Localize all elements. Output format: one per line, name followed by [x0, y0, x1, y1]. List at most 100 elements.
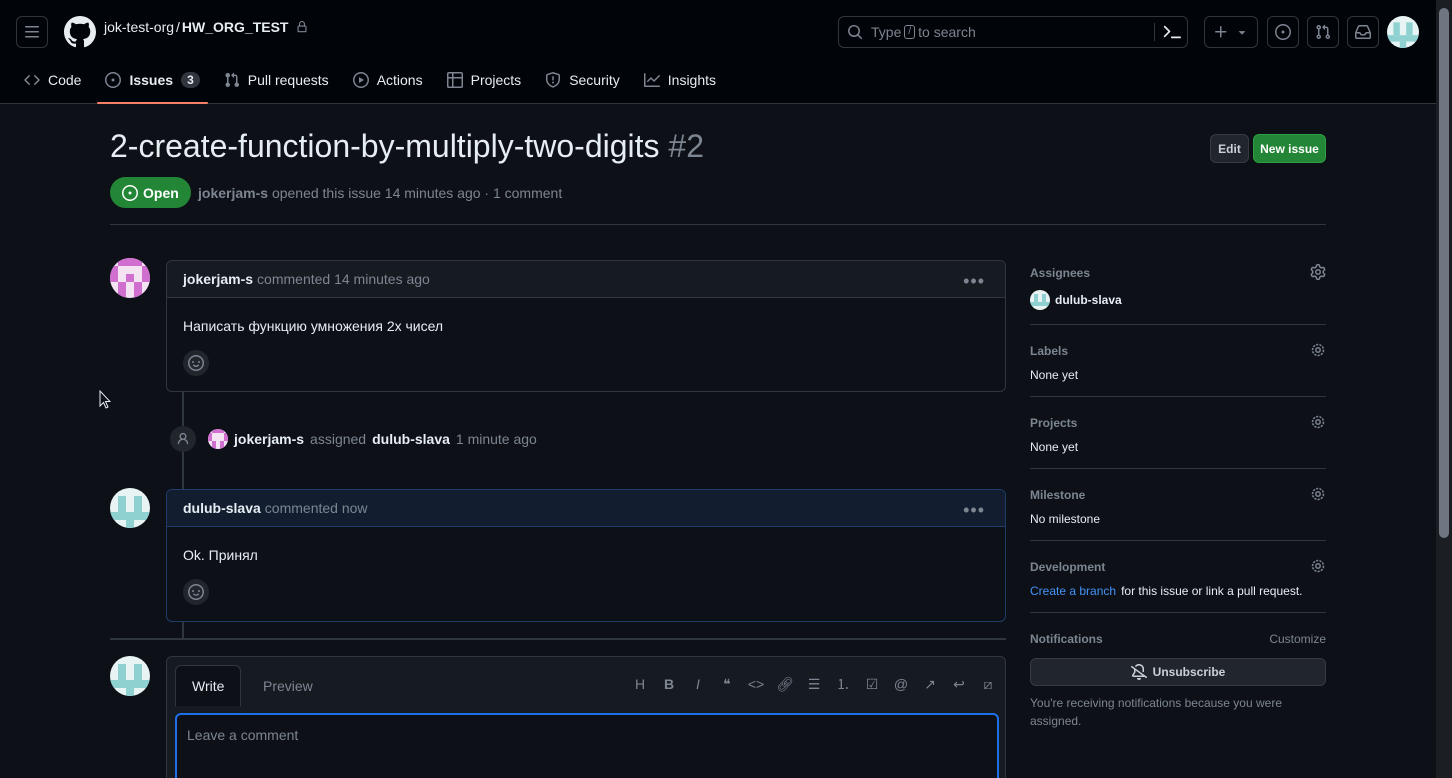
projects-section: Projects None yet	[1030, 412, 1326, 469]
divider	[110, 224, 1326, 225]
new-issue-button[interactable]: New issue	[1253, 134, 1326, 163]
repo-owner-link[interactable]: jok-test-org	[104, 19, 174, 35]
add-reaction-button[interactable]	[183, 579, 209, 605]
edit-button[interactable]: Edit	[1210, 134, 1249, 163]
identicon-avatar-icon	[1030, 290, 1050, 310]
link-icon[interactable]: 🔗︎	[776, 675, 794, 693]
issue-title: 2-create-function-by-multiply-two-digits…	[110, 128, 704, 165]
search-input[interactable]: Type / to search	[838, 16, 1188, 48]
status-label: Open	[143, 184, 179, 201]
tab-issues[interactable]: Issues 3	[97, 64, 209, 104]
create-branch-link[interactable]: Create a branch	[1030, 584, 1116, 598]
repo-nav: Code Issues 3 Pull requests Actions Proj…	[16, 64, 732, 104]
gear-icon[interactable]	[1310, 558, 1326, 574]
avatar[interactable]	[208, 429, 228, 449]
tab-insights[interactable]: Insights	[636, 64, 724, 96]
assignee-entry[interactable]: dulub-slava	[1030, 290, 1326, 310]
tab-pull-requests[interactable]: Pull requests	[216, 64, 337, 96]
avatar	[1030, 290, 1050, 310]
repo-breadcrumb: jok-test-org / HW_ORG_TEST	[104, 19, 308, 35]
kebab-menu-icon[interactable]: •••	[963, 500, 985, 521]
development-title[interactable]: Development	[1030, 556, 1326, 578]
unordered-list-icon[interactable]: ☰	[805, 675, 823, 693]
repo-name-link[interactable]: HW_ORG_TEST	[182, 19, 289, 35]
code-icon[interactable]: <>	[747, 675, 765, 693]
pull-request-icon	[225, 72, 239, 88]
comment-composer: Write Preview H B I ❝ <> 🔗︎ ☰ ⒈ ☑ @ ↗ ↩ …	[166, 656, 1006, 778]
comment-textarea[interactable]: Leave a comment	[175, 713, 999, 778]
comment-placeholder: Leave a comment	[187, 727, 299, 743]
tab-projects[interactable]: Projects	[439, 64, 530, 96]
pull-requests-button[interactable]	[1307, 16, 1339, 48]
user-avatar[interactable]	[1387, 16, 1419, 48]
comment-author-link[interactable]: dulub-slava	[183, 500, 261, 516]
global-header: jok-test-org / HW_ORG_TEST Type / to sea…	[0, 0, 1436, 104]
tab-security-label: Security	[569, 72, 620, 88]
issue-opened-icon	[122, 184, 138, 201]
kebab-menu-icon[interactable]: •••	[963, 271, 985, 292]
mention-icon[interactable]: @	[892, 675, 910, 693]
lock-icon	[297, 21, 306, 33]
labels-title[interactable]: Labels	[1030, 340, 1326, 362]
search-placeholder-pre: Type	[871, 24, 902, 40]
issue-number: #2	[668, 128, 704, 164]
slash-command-icon[interactable]: ⧄	[979, 675, 997, 693]
add-reaction-button[interactable]	[183, 350, 209, 376]
event-target-link[interactable]: dulub-slava	[372, 431, 450, 447]
inbox-button[interactable]	[1347, 16, 1379, 48]
github-logo-icon[interactable]	[64, 16, 96, 48]
person-badge	[170, 426, 196, 452]
search-icon	[848, 25, 863, 40]
assignees-title[interactable]: Assignees	[1030, 262, 1326, 284]
tab-actions[interactable]: Actions	[345, 64, 431, 96]
bold-icon[interactable]: B	[660, 675, 678, 693]
comment-body: Написать функцию умножения 2x чисел	[183, 318, 444, 334]
tab-actions-label: Actions	[376, 72, 423, 88]
issue-author-link[interactable]: jokerjam-s	[198, 185, 268, 201]
heading-icon[interactable]: H	[631, 675, 649, 693]
ordered-list-icon[interactable]: ⒈	[834, 675, 852, 693]
development-value: Create a branch for this issue or link a…	[1030, 584, 1326, 598]
avatar[interactable]	[110, 488, 150, 528]
menu-button[interactable]	[16, 16, 48, 48]
tab-preview[interactable]: Preview	[247, 665, 329, 706]
unsubscribe-button[interactable]: Unsubscribe	[1030, 658, 1326, 686]
tab-security[interactable]: Security	[537, 64, 628, 96]
comment-timestamp: commented now	[264, 500, 368, 516]
assignee-name: dulub-slava	[1055, 293, 1122, 307]
search-shortcut-key: /	[904, 25, 916, 39]
projects-title[interactable]: Projects	[1030, 412, 1326, 434]
italic-icon[interactable]: I	[689, 675, 707, 693]
avatar[interactable]	[110, 258, 150, 298]
tab-code[interactable]: Code	[16, 64, 89, 96]
comment-timestamp: commented 14 minutes ago	[257, 271, 430, 287]
comment-author-link[interactable]: jokerjam-s	[183, 271, 253, 287]
gear-icon[interactable]	[1310, 264, 1326, 280]
reply-icon[interactable]: ↩	[950, 675, 968, 693]
tab-write[interactable]: Write	[175, 665, 242, 706]
create-new-button[interactable]	[1204, 16, 1258, 48]
event-actor-link[interactable]: jokerjam-s	[234, 431, 304, 447]
inbox-icon	[1355, 25, 1371, 39]
search-divider	[1154, 23, 1155, 41]
issues-count-badge: 3	[181, 72, 200, 88]
issues-button[interactable]	[1267, 16, 1299, 48]
gear-icon[interactable]	[1310, 414, 1326, 430]
shield-icon	[546, 72, 561, 88]
identicon-avatar-icon	[208, 429, 228, 449]
issue-opened-icon	[105, 72, 122, 88]
pull-request-icon	[1316, 24, 1331, 40]
command-palette-icon[interactable]	[1163, 23, 1181, 41]
scrollbar-thumb[interactable]	[1439, 8, 1449, 538]
gear-icon[interactable]	[1310, 342, 1326, 358]
bell-slash-icon	[1130, 664, 1147, 680]
task-list-icon[interactable]: ☑	[863, 675, 881, 693]
gear-icon[interactable]	[1310, 486, 1326, 502]
comment-box: dulub-slava commented now ••• Ok. Принял	[166, 489, 1006, 622]
customize-link[interactable]: Customize	[1269, 632, 1326, 646]
scrollbar[interactable]	[1436, 0, 1452, 778]
milestone-title[interactable]: Milestone	[1030, 484, 1326, 506]
issue-meta: jokerjam-s opened this issue 14 minutes …	[198, 185, 562, 201]
quote-icon[interactable]: ❝	[718, 675, 736, 693]
cross-reference-icon[interactable]: ↗	[921, 675, 939, 693]
